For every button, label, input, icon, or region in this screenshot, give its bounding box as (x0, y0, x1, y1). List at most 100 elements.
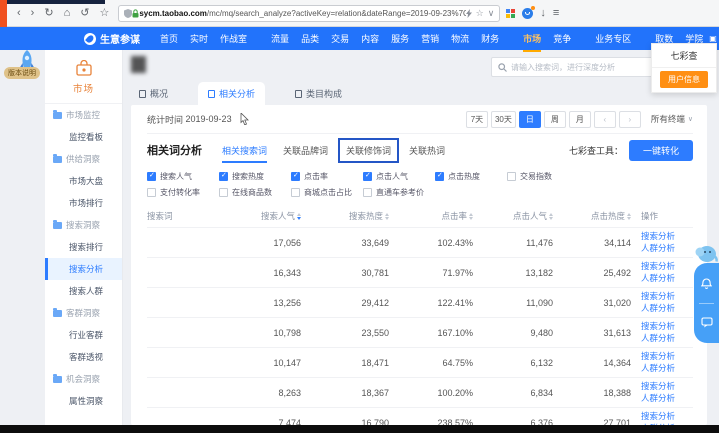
crowd-analysis-link[interactable]: 人群分析 (641, 273, 693, 284)
search-analysis-link[interactable]: 搜索分析 (641, 381, 693, 392)
qicai-title[interactable]: 七彩查 (652, 44, 716, 68)
sidebar-item-search-crowd[interactable]: 搜索人群 (45, 280, 122, 302)
sidebar-item-monitor-board[interactable]: 监控看板 (45, 126, 122, 148)
checkbox-unchecked-icon[interactable] (507, 172, 516, 181)
sidebar-section-search-insight[interactable]: 搜索洞察 (45, 214, 122, 236)
nav-item-home[interactable]: 首页 (160, 32, 178, 45)
search-analysis-link[interactable]: 搜索分析 (641, 411, 693, 422)
nav-item-category[interactable]: 品类 (301, 32, 319, 45)
terminal-dropdown[interactable]: 所有终端∨ (651, 113, 693, 125)
sidebar-item-search-ranking[interactable]: 搜索排行 (45, 236, 122, 258)
col-header-click-popularity[interactable]: 点击人气 (483, 210, 563, 222)
forward-icon[interactable]: › (31, 8, 35, 19)
sidebar-section-supply-insight[interactable]: 供给洞察 (45, 148, 122, 170)
tab-overview[interactable]: 概况 (139, 87, 168, 105)
keyword-search-box[interactable] (491, 57, 663, 77)
period-30d-button[interactable]: 30天 (491, 111, 516, 128)
search-analysis-link[interactable]: 搜索分析 (641, 351, 693, 362)
sidebar-item-crowd-perspective[interactable]: 客群透视 (45, 346, 122, 368)
extensions-grid-icon[interactable] (506, 9, 515, 18)
sort-icon[interactable] (385, 213, 389, 220)
metric-click-popularity[interactable]: 点击人气 (363, 171, 435, 182)
sidebar-section-market-monitor[interactable]: 市场监控 (45, 104, 122, 126)
sidebar-item-attribute-insight[interactable]: 属性洞察 (45, 390, 122, 412)
next-period-button[interactable]: › (619, 111, 641, 128)
sort-icon[interactable] (549, 213, 553, 220)
checkbox-unchecked-icon[interactable] (363, 188, 372, 197)
tab-relation-analysis[interactable]: 相关分析 (198, 82, 265, 105)
sidebar-section-crowd-insight[interactable]: 客群洞察 (45, 302, 122, 324)
subtab-related-modifier-words[interactable]: 关联修饰词 (338, 138, 399, 163)
sidebar-item-industry-crowd[interactable]: 行业客群 (45, 324, 122, 346)
subtab-related-hot-words[interactable]: 关联热词 (409, 138, 445, 163)
crowd-analysis-link[interactable]: 人群分析 (641, 243, 693, 254)
nav-item-traffic[interactable]: 流量 (271, 32, 289, 45)
history-icon[interactable]: ↺ (80, 8, 89, 19)
metric-ztc-reference-price[interactable]: 直通车参考价 (363, 187, 435, 198)
download-icon[interactable]: ↓ (540, 7, 546, 19)
crowd-analysis-link[interactable]: 人群分析 (641, 333, 693, 344)
user-info-button[interactable]: 用户信息 (660, 71, 708, 88)
nav-item-trade[interactable]: 交易 (331, 32, 349, 45)
lightning-icon[interactable] (466, 9, 472, 18)
nav-item-content[interactable]: 内容 (361, 32, 379, 45)
search-analysis-link[interactable]: 搜索分析 (641, 261, 693, 272)
crowd-analysis-link[interactable]: 人群分析 (641, 303, 693, 314)
brand[interactable]: 生意参谋 (84, 31, 140, 46)
sort-icon[interactable] (627, 213, 631, 220)
checkbox-checked-icon[interactable] (291, 172, 300, 181)
address-bar[interactable]: sycm.taobao.com/mc/mq/search_analyze?act… (118, 5, 500, 22)
sidebar-item-market-overview[interactable]: 市场大盘 (45, 170, 122, 192)
nav-item-market[interactable]: 市场 (523, 32, 541, 45)
metric-search-heat[interactable]: 搜索热度 (219, 171, 291, 182)
nav-item-service[interactable]: 服务 (391, 32, 409, 45)
col-header-click-heat[interactable]: 点击热度 (563, 210, 641, 222)
home-icon[interactable]: ⌂ (64, 8, 71, 19)
sidebar-item-market-ranking[interactable]: 市场排行 (45, 192, 122, 214)
col-header-click-rate[interactable]: 点击率 (399, 210, 483, 222)
sort-icon[interactable] (297, 213, 301, 220)
metric-online-products[interactable]: 在线商品数 (219, 187, 291, 198)
metric-pay-conversion[interactable]: 支付转化率 (147, 187, 219, 198)
search-input[interactable] (511, 63, 656, 72)
browser-menu-icon[interactable]: ≡ (553, 7, 559, 19)
checkbox-unchecked-icon[interactable] (147, 188, 156, 197)
metric-click-heat[interactable]: 点击热度 (435, 171, 507, 182)
back-icon[interactable]: ‹ (17, 8, 21, 19)
search-analysis-link[interactable]: 搜索分析 (641, 321, 693, 332)
sidebar-section-opportunity-insight[interactable]: 机会洞察 (45, 368, 122, 390)
prev-period-button[interactable]: ‹ (594, 111, 616, 128)
subtab-related-search-words[interactable]: 相关搜索词 (222, 138, 267, 163)
plugin-icon[interactable] (522, 8, 533, 19)
nav-item-marketing[interactable]: 营销 (421, 32, 439, 45)
checkbox-checked-icon[interactable] (435, 172, 444, 181)
period-month-button[interactable]: 月 (569, 111, 591, 128)
period-7d-button[interactable]: 7天 (466, 111, 488, 128)
nav-item-realtime[interactable]: 实时 (190, 32, 208, 45)
checkbox-checked-icon[interactable] (147, 172, 156, 181)
crowd-analysis-link[interactable]: 人群分析 (641, 393, 693, 404)
period-week-button[interactable]: 周 (544, 111, 566, 128)
col-header-search-heat[interactable]: 搜索热度 (311, 210, 399, 222)
crowd-analysis-link[interactable]: 人群分析 (641, 363, 693, 374)
checkbox-unchecked-icon[interactable] (291, 188, 300, 197)
nav-item-warroom[interactable]: 作战室 (220, 32, 247, 45)
metric-trade-index[interactable]: 交易指数 (507, 171, 579, 182)
sort-icon[interactable] (469, 213, 473, 220)
chat-icon[interactable] (701, 317, 713, 328)
search-analysis-link[interactable]: 搜索分析 (641, 291, 693, 302)
bell-icon[interactable] (701, 278, 712, 290)
favorite-star-icon[interactable]: ☆ (476, 8, 484, 19)
nav-item-competition[interactable]: 竞争 (553, 32, 571, 45)
reload-icon[interactable]: ↻ (44, 8, 53, 19)
period-day-button[interactable]: 日 (519, 111, 541, 128)
elephant-mascot-icon[interactable] (693, 243, 719, 263)
nav-item-business-zone[interactable]: 业务专区 (595, 32, 631, 45)
metric-search-popularity[interactable]: 搜索人气 (147, 171, 219, 182)
nav-item-logistics[interactable]: 物流 (451, 32, 469, 45)
version-badge[interactable]: 版本说明 (4, 67, 40, 79)
metric-mall-click-share[interactable]: 商城点击占比 (291, 187, 363, 198)
checkbox-unchecked-icon[interactable] (219, 188, 228, 197)
nav-item-finance[interactable]: 财务 (481, 32, 499, 45)
addrbar-chevron-icon[interactable]: ∨ (488, 8, 495, 19)
